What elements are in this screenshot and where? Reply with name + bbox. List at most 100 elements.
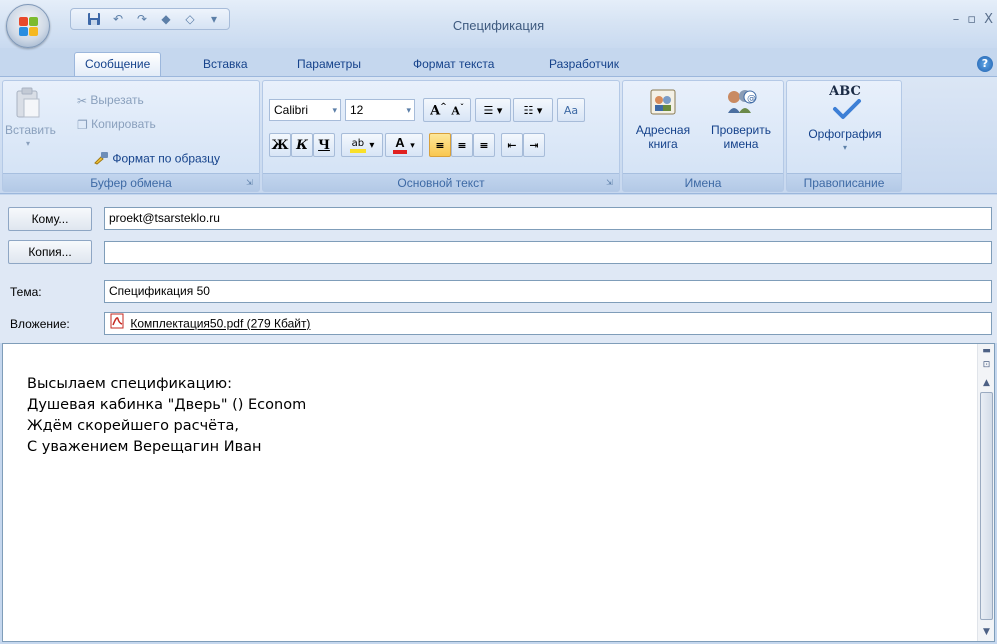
copy-icon: ❐: [77, 117, 88, 132]
check-names-label-line2: имена: [723, 137, 759, 151]
bullets-icon: ☰ ▾: [483, 103, 503, 117]
decrease-indent-icon: ⇤: [507, 138, 517, 152]
cut-label: Вырезать: [90, 93, 144, 107]
paste-button[interactable]: Вставить ▾: [5, 87, 56, 151]
address-book-label-line1: Адресная: [635, 123, 691, 137]
message-body[interactable]: Высылаем спецификацию: Душевая кабинка "…: [2, 343, 995, 642]
highlighter-icon: ab: [349, 138, 367, 153]
shrink-font-icon: Aˇ: [451, 102, 464, 118]
increase-indent-icon: ⇥: [529, 138, 539, 152]
message-header: Кому... proekt@tsarsteklo.ru Копия... Те…: [0, 195, 997, 343]
underline-button[interactable]: Ч: [313, 133, 335, 157]
body-line: Ждём скорейшего расчёта,: [27, 418, 240, 434]
to-field[interactable]: proekt@tsarsteklo.ru: [104, 207, 992, 230]
svg-text:@: @: [747, 94, 756, 104]
minimize-button[interactable]: –: [953, 12, 960, 27]
address-book-button[interactable]: Адресная книга: [627, 87, 699, 151]
cut-button[interactable]: ✂ Вырезать: [77, 93, 144, 108]
tab-options[interactable]: Параметры: [286, 52, 372, 76]
font-color-button[interactable]: A ▾: [385, 133, 423, 157]
pdf-icon: [109, 313, 125, 336]
close-button[interactable]: X: [984, 12, 993, 27]
basic-text-group: Calibri ▾ 12 ▾ A^ Aˇ ☰ ▾ ☷ ▾ Aa Ж К Ч ab…: [262, 80, 620, 192]
names-group-label: Имена: [623, 173, 783, 191]
styles-icon: Aa: [563, 103, 579, 117]
clipboard-group-label: Буфер обмена: [3, 173, 259, 191]
scissors-icon: ✂: [77, 93, 88, 108]
tab-developer[interactable]: Разработчик: [538, 52, 630, 76]
clipboard-group: Вставить ▾ ✂ Вырезать ❐ Копировать Форма…: [2, 80, 260, 192]
bullets-button[interactable]: ☰ ▾: [475, 98, 511, 122]
font-size-select[interactable]: 12 ▾: [345, 99, 415, 121]
maximize-button[interactable]: ▫: [967, 12, 976, 27]
attachment-label: Вложение:: [10, 317, 70, 331]
align-center-button[interactable]: ≡: [451, 133, 473, 157]
increase-indent-button[interactable]: ⇥: [523, 133, 545, 157]
scroll-up-icon[interactable]: ▲: [978, 376, 995, 390]
tab-message[interactable]: Сообщение: [74, 52, 162, 76]
numbering-button[interactable]: ☷ ▾: [513, 98, 553, 122]
copy-button[interactable]: ❐ Копировать: [77, 117, 156, 132]
align-right-icon: ≡: [479, 138, 489, 152]
italic-button[interactable]: К: [291, 133, 313, 157]
view-ruler-icon[interactable]: ⊡: [978, 358, 995, 372]
vertical-scrollbar[interactable]: ▬ ⊡ ▲ ▼: [977, 344, 994, 641]
font-name-select[interactable]: Calibri ▾: [269, 99, 341, 121]
highlight-color-button[interactable]: ab ▾: [341, 133, 383, 157]
dialog-launcher-icon[interactable]: ⇲: [606, 178, 616, 188]
address-book-icon: [648, 87, 678, 117]
decrease-indent-button[interactable]: ⇤: [501, 133, 523, 157]
tab-format-text[interactable]: Формат текста: [402, 52, 505, 76]
numbering-icon: ☷ ▾: [523, 103, 543, 117]
font-size-value: 12: [350, 103, 364, 117]
attachment-field[interactable]: Комплектация50.pdf (279 Кбайт): [104, 312, 992, 335]
body-text[interactable]: Высылаем спецификацию: Душевая кабинка "…: [27, 374, 306, 458]
proofing-group-label: Правописание: [787, 173, 901, 191]
align-left-icon: ≡: [435, 138, 445, 152]
cc-field[interactable]: [104, 241, 992, 264]
address-book-label-line2: книга: [648, 137, 678, 151]
check-names-icon: @: [724, 87, 758, 117]
ribbon-tabs: Сообщение Вставка Параметры Формат текст…: [0, 48, 997, 76]
attachment-link[interactable]: Комплектация50.pdf (279 Кбайт): [130, 317, 310, 331]
spelling-label: Орфография: [808, 127, 882, 141]
dialog-launcher-icon[interactable]: ⇲: [246, 178, 256, 188]
spelling-icon: ABC: [825, 85, 865, 121]
scroll-down-icon[interactable]: ▼: [978, 625, 995, 639]
grow-font-icon: A^: [430, 101, 447, 119]
proofing-group: ABC Орфография ▾ Правописание: [786, 80, 902, 192]
align-left-button[interactable]: ≡: [429, 133, 451, 157]
to-button[interactable]: Кому...: [8, 207, 92, 231]
body-line: С уважением Верещагин Иван: [27, 439, 262, 455]
window-title: Спецификация: [452, 18, 545, 33]
align-right-button[interactable]: ≡: [473, 133, 495, 157]
check-names-label-line1: Проверить: [710, 123, 771, 137]
subject-field[interactable]: Спецификация 50: [104, 280, 992, 303]
chevron-down-icon: ▾: [332, 105, 337, 115]
subject-label: Тема:: [10, 285, 42, 299]
basic-text-group-label: Основной текст: [263, 173, 619, 191]
font-color-icon: A: [393, 136, 407, 154]
help-icon[interactable]: ?: [977, 56, 993, 72]
names-group: Адресная книга @ Проверить имена Имена: [622, 80, 784, 192]
font-name-value: Calibri: [274, 103, 309, 117]
check-names-button[interactable]: @ Проверить имена: [701, 87, 781, 151]
ruler-toggle-icon[interactable]: ▬: [978, 344, 995, 358]
body-line: Высылаем спецификацию:: [27, 376, 232, 392]
grow-shrink-font-buttons[interactable]: A^ Aˇ: [423, 98, 471, 122]
copy-label: Копировать: [91, 117, 156, 131]
cc-button[interactable]: Копия...: [8, 240, 92, 264]
format-painter-label: Формат по образцу: [112, 151, 220, 166]
tab-insert[interactable]: Вставка: [192, 52, 259, 76]
body-line: Душевая кабинка "Дверь" () Econom: [27, 397, 307, 413]
align-center-icon: ≡: [457, 138, 467, 152]
styles-button[interactable]: Aa: [557, 98, 585, 122]
chevron-down-icon: ▾: [406, 105, 411, 115]
scrollbar-thumb[interactable]: [980, 392, 993, 620]
paste-icon: [14, 87, 42, 119]
spelling-button[interactable]: ABC Орфография ▾: [791, 85, 899, 155]
bold-button[interactable]: Ж: [269, 133, 291, 157]
format-painter-button[interactable]: Формат по образцу: [93, 151, 220, 168]
spelling-icon-text: ABC: [829, 84, 861, 99]
title-bar: ↶ ↷ ◆ ◇ ▾ Спецификация – ▫ X: [0, 0, 997, 48]
